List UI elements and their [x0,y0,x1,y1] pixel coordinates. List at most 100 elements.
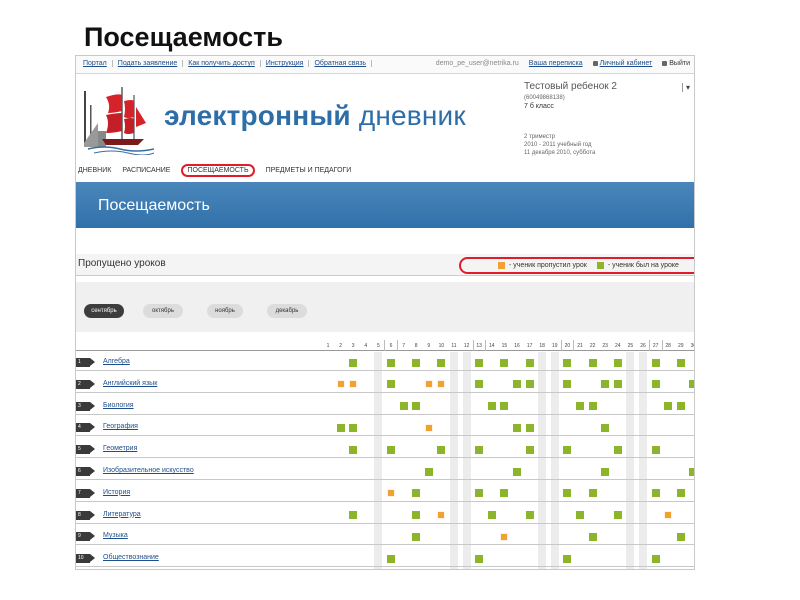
present-mark[interactable] [424,467,433,476]
nav-item[interactable]: ПОСЕЩАЕМОСТЬ [181,164,255,177]
missed-mark[interactable] [336,380,345,389]
present-mark[interactable] [613,445,622,454]
subject-link[interactable]: География [103,423,138,430]
present-mark[interactable] [475,358,484,367]
present-mark[interactable] [412,532,421,541]
present-mark[interactable] [500,358,509,367]
present-mark[interactable] [689,380,694,389]
present-mark[interactable] [475,380,484,389]
subject-link[interactable]: Музыка [103,532,128,539]
present-mark[interactable] [513,423,521,432]
missed-mark[interactable] [437,380,446,389]
present-mark[interactable] [412,511,421,520]
present-mark[interactable] [525,511,534,520]
top-link[interactable]: Как получить доступ [183,60,261,67]
student-dropdown-icon[interactable]: ▾ [681,83,690,92]
present-mark[interactable] [437,445,446,454]
top-link[interactable]: Обратная связь [309,60,373,67]
month-tab[interactable]: декабрь [267,304,307,318]
subject-link[interactable]: Геометрия [103,445,137,452]
present-mark[interactable] [437,358,446,367]
present-mark[interactable] [525,423,534,432]
top-link[interactable]: Портал [78,60,113,67]
present-mark[interactable] [349,358,358,367]
present-mark[interactable] [651,445,660,454]
nav-item[interactable]: РАСПИСАНИЕ [122,167,170,177]
present-mark[interactable] [525,445,534,454]
exit-link-wrap[interactable]: Выйти [662,60,690,67]
missed-mark[interactable] [424,423,433,432]
present-mark[interactable] [513,380,521,389]
present-mark[interactable] [676,489,685,498]
present-mark[interactable] [387,358,395,367]
missed-mark[interactable] [387,489,395,498]
present-mark[interactable] [601,423,610,432]
subject-link[interactable]: История [103,489,130,496]
present-mark[interactable] [588,532,597,541]
month-tab[interactable]: сентябрь [84,304,124,318]
missed-mark[interactable] [424,380,433,389]
subject-link[interactable]: Литература [103,511,141,518]
missed-mark[interactable] [349,380,358,389]
messages-link[interactable]: Ваша переписка [529,60,583,67]
present-mark[interactable] [349,423,358,432]
present-mark[interactable] [563,358,572,367]
subject-link[interactable]: Биология [103,402,134,409]
present-mark[interactable] [676,402,685,411]
present-mark[interactable] [525,358,534,367]
present-mark[interactable] [563,554,572,563]
present-mark[interactable] [387,445,395,454]
present-mark[interactable] [563,489,572,498]
month-tab[interactable]: ноябрь [207,304,243,318]
missed-mark[interactable] [437,511,446,520]
month-tab[interactable]: октябрь [143,304,183,318]
present-mark[interactable] [487,402,496,411]
present-mark[interactable] [676,532,685,541]
present-mark[interactable] [601,467,610,476]
missed-mark[interactable] [500,532,509,541]
present-mark[interactable] [336,423,345,432]
exit-link[interactable]: Выйти [669,60,690,67]
present-mark[interactable] [689,467,694,476]
student-name[interactable]: Тестовый ребенок 2 [524,80,689,94]
present-mark[interactable] [387,380,395,389]
present-mark[interactable] [576,511,584,520]
present-mark[interactable] [651,554,660,563]
subject-link[interactable]: Изобразительное искусство [103,467,194,474]
nav-item[interactable]: ПРЕДМЕТЫ И ПЕДАГОГИ [266,167,352,177]
present-mark[interactable] [475,489,484,498]
nav-item[interactable]: ДНЕВНИК [78,167,111,177]
present-mark[interactable] [487,511,496,520]
present-mark[interactable] [475,554,484,563]
subject-link[interactable]: Английский язык [103,380,157,387]
present-mark[interactable] [613,380,622,389]
top-link[interactable]: Инструкция [261,60,310,67]
present-mark[interactable] [588,402,597,411]
present-mark[interactable] [651,489,660,498]
present-mark[interactable] [563,445,572,454]
present-mark[interactable] [349,445,358,454]
subject-link[interactable]: Алгебра [103,358,130,365]
present-mark[interactable] [588,358,597,367]
present-mark[interactable] [412,402,421,411]
present-mark[interactable] [651,358,660,367]
present-mark[interactable] [613,358,622,367]
present-mark[interactable] [576,402,584,411]
present-mark[interactable] [412,489,421,498]
present-mark[interactable] [563,380,572,389]
missed-mark[interactable] [664,511,673,520]
cabinet-link-wrap[interactable]: Личный кабинет [592,60,653,67]
present-mark[interactable] [651,380,660,389]
present-mark[interactable] [412,358,421,367]
present-mark[interactable] [513,467,521,476]
subject-link[interactable]: Обществознание [103,554,159,561]
present-mark[interactable] [525,380,534,389]
present-mark[interactable] [613,511,622,520]
present-mark[interactable] [349,511,358,520]
cabinet-link[interactable]: Личный кабинет [600,60,653,67]
present-mark[interactable] [664,402,673,411]
present-mark[interactable] [676,358,685,367]
present-mark[interactable] [601,380,610,389]
present-mark[interactable] [588,489,597,498]
present-mark[interactable] [500,402,509,411]
